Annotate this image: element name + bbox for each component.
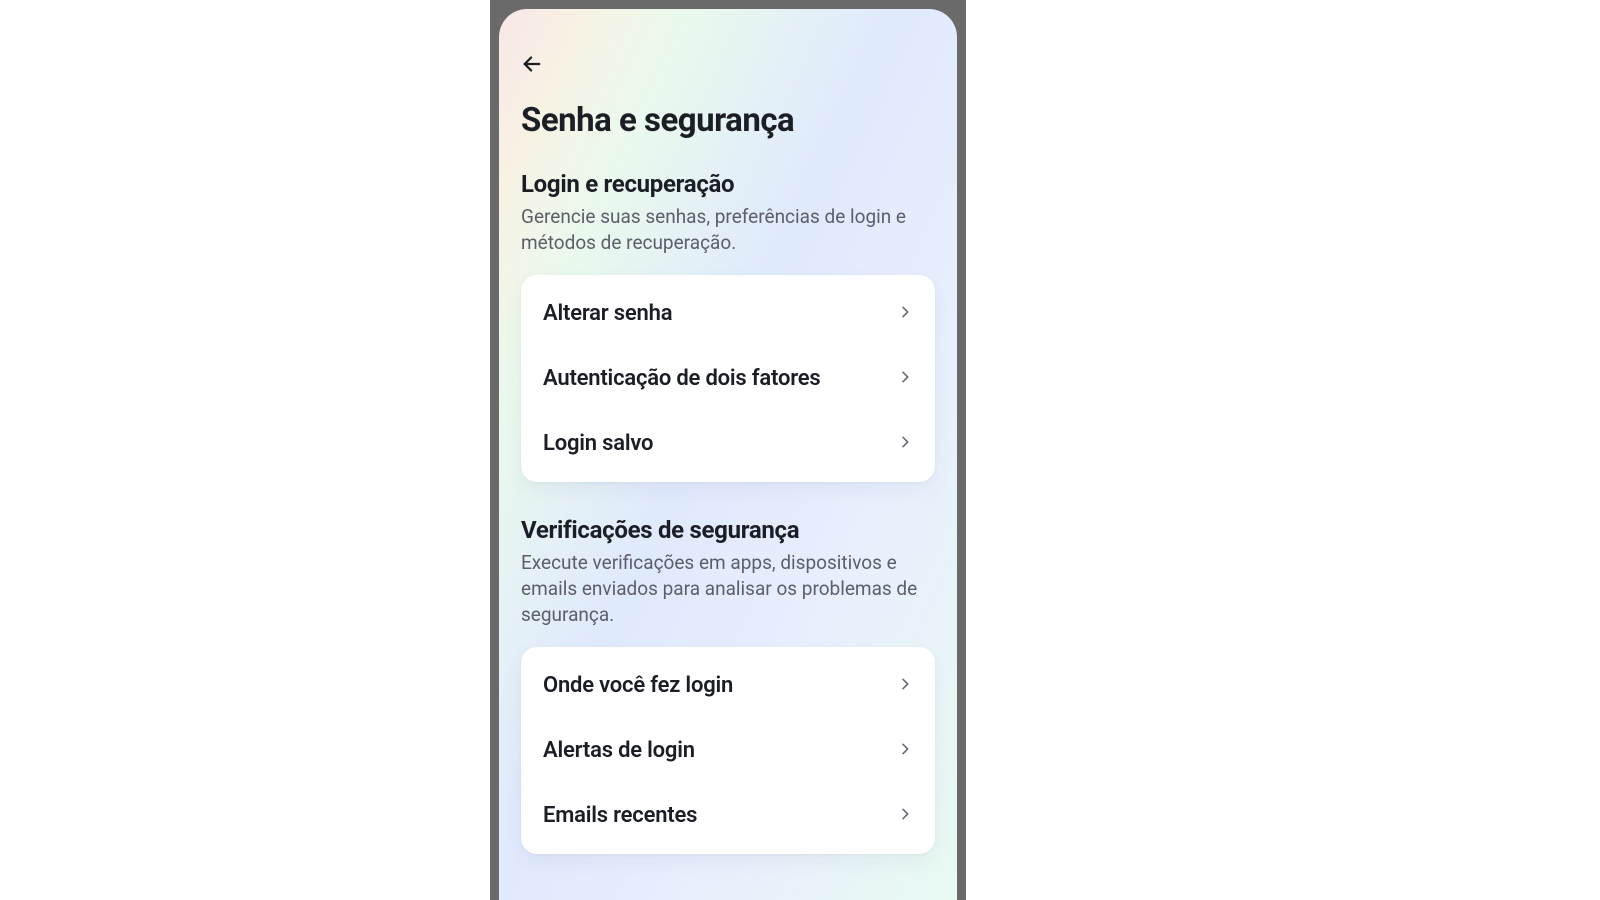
chevron-right-icon	[897, 676, 913, 696]
card-security-checks: Onde você fez login Alertas de login	[521, 647, 935, 854]
row-login-alerts[interactable]: Alertas de login	[521, 718, 935, 783]
chevron-right-icon	[897, 434, 913, 454]
page-title: Senha e segurança	[521, 101, 935, 140]
chevron-right-icon	[897, 806, 913, 826]
chevron-right-icon	[897, 304, 913, 324]
section-description: Execute verificações em apps, dispositiv…	[521, 550, 935, 627]
section-description: Gerencie suas senhas, preferências de lo…	[521, 204, 935, 255]
chevron-right-icon	[897, 369, 913, 389]
row-saved-login[interactable]: Login salvo	[521, 411, 935, 476]
device-frame: Senha e segurança Login e recuperação Ge…	[490, 0, 966, 900]
section-title: Login e recuperação	[521, 170, 935, 198]
section-login-recovery: Login e recuperação Gerencie suas senhas…	[521, 170, 935, 482]
stage: Senha e segurança Login e recuperação Ge…	[0, 0, 1600, 900]
row-where-logged-in[interactable]: Onde você fez login	[521, 653, 935, 718]
section-security-checks: Verificações de segurança Execute verifi…	[521, 516, 935, 854]
device-screen: Senha e segurança Login e recuperação Ge…	[499, 9, 957, 900]
row-label: Alterar senha	[543, 301, 672, 326]
row-label: Login salvo	[543, 431, 653, 456]
settings-content: Senha e segurança Login e recuperação Ge…	[499, 9, 957, 900]
section-title: Verificações de segurança	[521, 516, 935, 544]
card-login-recovery: Alterar senha Autenticação de dois fator…	[521, 275, 935, 482]
row-change-password[interactable]: Alterar senha	[521, 281, 935, 346]
row-label: Autenticação de dois fatores	[543, 366, 820, 391]
back-button[interactable]	[521, 49, 555, 83]
row-label: Alertas de login	[543, 738, 695, 763]
row-label: Onde você fez login	[543, 673, 733, 698]
row-recent-emails[interactable]: Emails recentes	[521, 783, 935, 848]
row-two-factor-auth[interactable]: Autenticação de dois fatores	[521, 346, 935, 411]
arrow-left-icon	[521, 53, 543, 79]
chevron-right-icon	[897, 741, 913, 761]
row-label: Emails recentes	[543, 803, 697, 828]
